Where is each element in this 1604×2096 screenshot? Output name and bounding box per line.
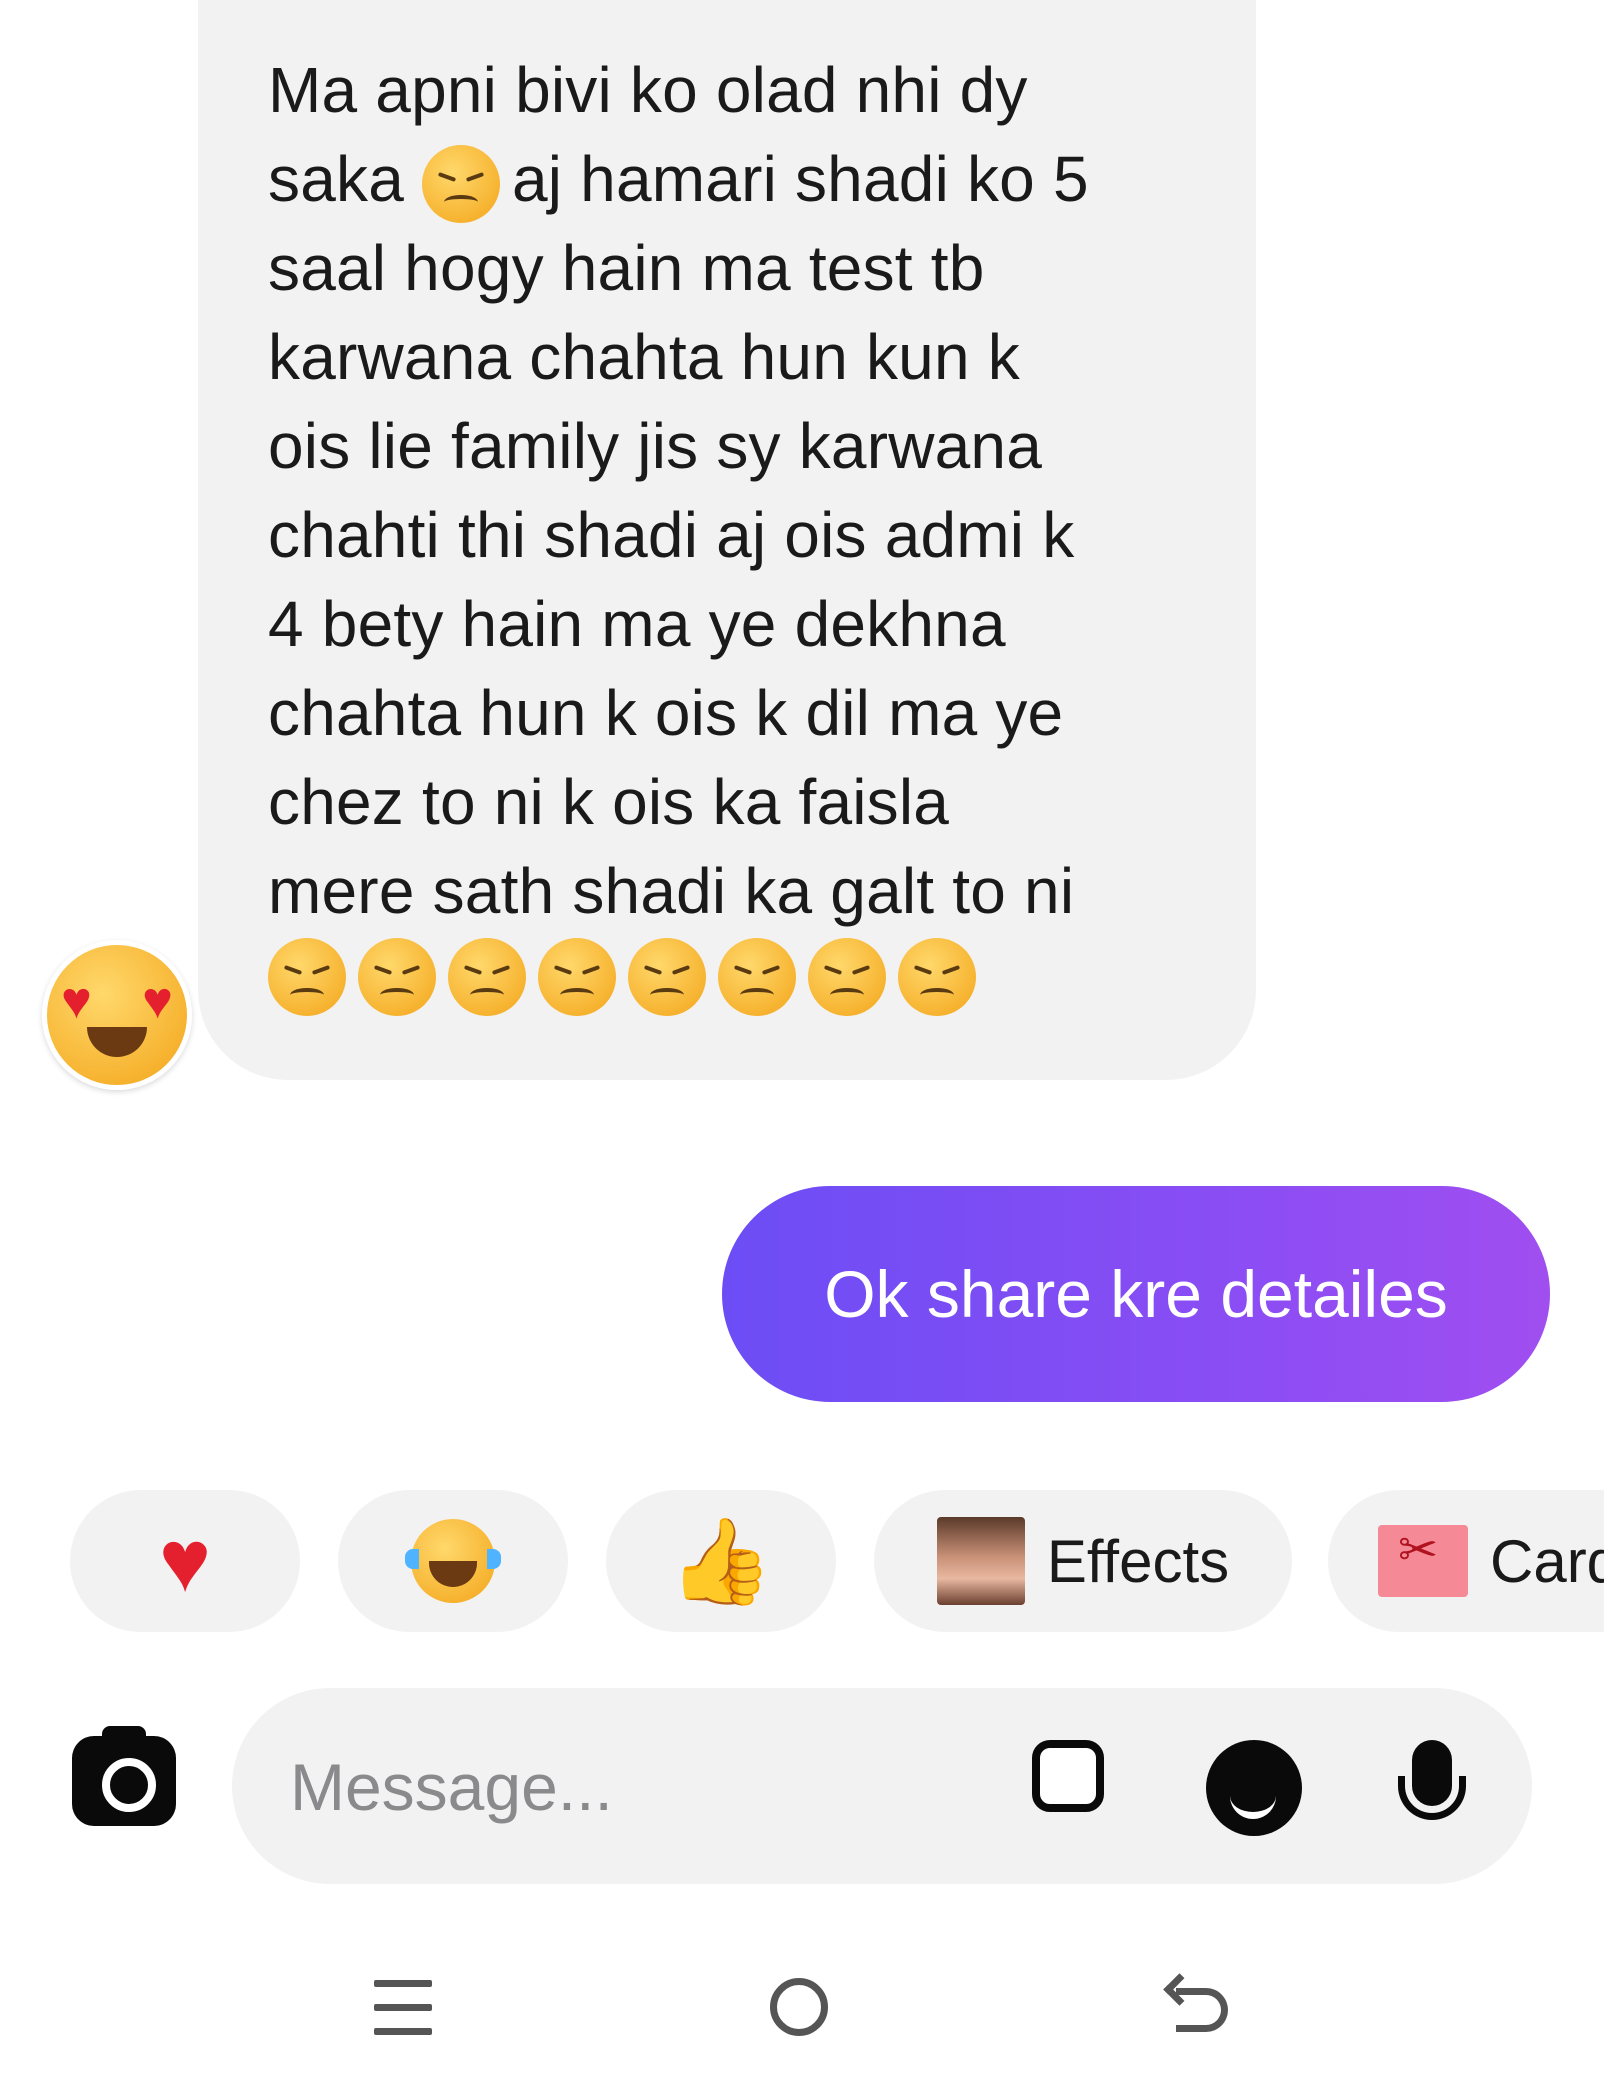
microphone-icon[interactable] bbox=[1384, 1740, 1480, 1836]
back-icon[interactable] bbox=[1154, 1960, 1254, 2060]
gallery-icon[interactable] bbox=[1032, 1740, 1128, 1836]
heart-eyes-reaction-icon[interactable]: ♥ ♥ bbox=[42, 940, 192, 1090]
card-chip[interactable]: Card bbox=[1328, 1490, 1604, 1632]
home-icon[interactable] bbox=[750, 1960, 850, 2060]
message-composer bbox=[232, 1688, 1532, 1884]
card-chip-label: Card bbox=[1490, 1527, 1604, 1595]
confounded-emoji-row bbox=[268, 938, 988, 1016]
confounded-face-emoji bbox=[808, 938, 886, 1016]
confounded-face-emoji bbox=[718, 938, 796, 1016]
message-input[interactable] bbox=[288, 1736, 992, 1838]
confounded-face-emoji bbox=[448, 938, 526, 1016]
confounded-face-emoji bbox=[898, 938, 976, 1016]
incoming-message-text: Ma apni bivi ko olad nhi dy saka aj hama… bbox=[268, 46, 1196, 936]
confounded-face-emoji bbox=[628, 938, 706, 1016]
message-thread: Ma apni bivi ko olad nhi dy saka aj hama… bbox=[0, 0, 1604, 1450]
laughing-tears-icon bbox=[405, 1519, 501, 1603]
quick-action-bar: ♥ 👍 Effects Card bbox=[0, 1490, 1604, 1640]
smile-mouth bbox=[87, 1027, 147, 1057]
heart-eye-left-icon: ♥ bbox=[61, 972, 92, 1030]
sticker-icon[interactable] bbox=[1206, 1740, 1302, 1836]
outgoing-message-bubble[interactable]: Ok share kre detailes bbox=[722, 1186, 1550, 1402]
laugh-reaction-chip[interactable] bbox=[338, 1490, 568, 1632]
effects-chip-label: Effects bbox=[1046, 1527, 1230, 1595]
confounded-face-emoji bbox=[358, 938, 436, 1016]
confounded-face-emoji bbox=[538, 938, 616, 1016]
heart-reaction-chip[interactable]: ♥ bbox=[70, 1490, 300, 1632]
incoming-message-text-part2: aj hamari shadi ko 5 saal hogy hain ma t… bbox=[268, 143, 1089, 927]
incoming-message-bubble[interactable]: Ma apni bivi ko olad nhi dy saka aj hama… bbox=[198, 0, 1256, 1080]
recent-apps-icon[interactable] bbox=[352, 1960, 452, 2060]
heart-icon: ♥ bbox=[158, 1511, 212, 1610]
heart-eye-right-icon: ♥ bbox=[142, 972, 173, 1030]
outgoing-message-text: Ok share kre detailes bbox=[824, 1257, 1448, 1331]
thumbs-up-reaction-chip[interactable]: 👍 bbox=[606, 1490, 836, 1632]
confounded-face-emoji bbox=[268, 938, 346, 1016]
gift-card-icon bbox=[1378, 1525, 1468, 1597]
system-navigation-bar bbox=[0, 1960, 1604, 2060]
effects-avatar-icon bbox=[936, 1517, 1025, 1605]
effects-chip[interactable]: Effects bbox=[874, 1490, 1292, 1632]
disappointed-face-emoji bbox=[421, 145, 500, 224]
thumbs-up-icon: 👍 bbox=[668, 1514, 774, 1608]
camera-icon[interactable] bbox=[72, 1726, 176, 1826]
